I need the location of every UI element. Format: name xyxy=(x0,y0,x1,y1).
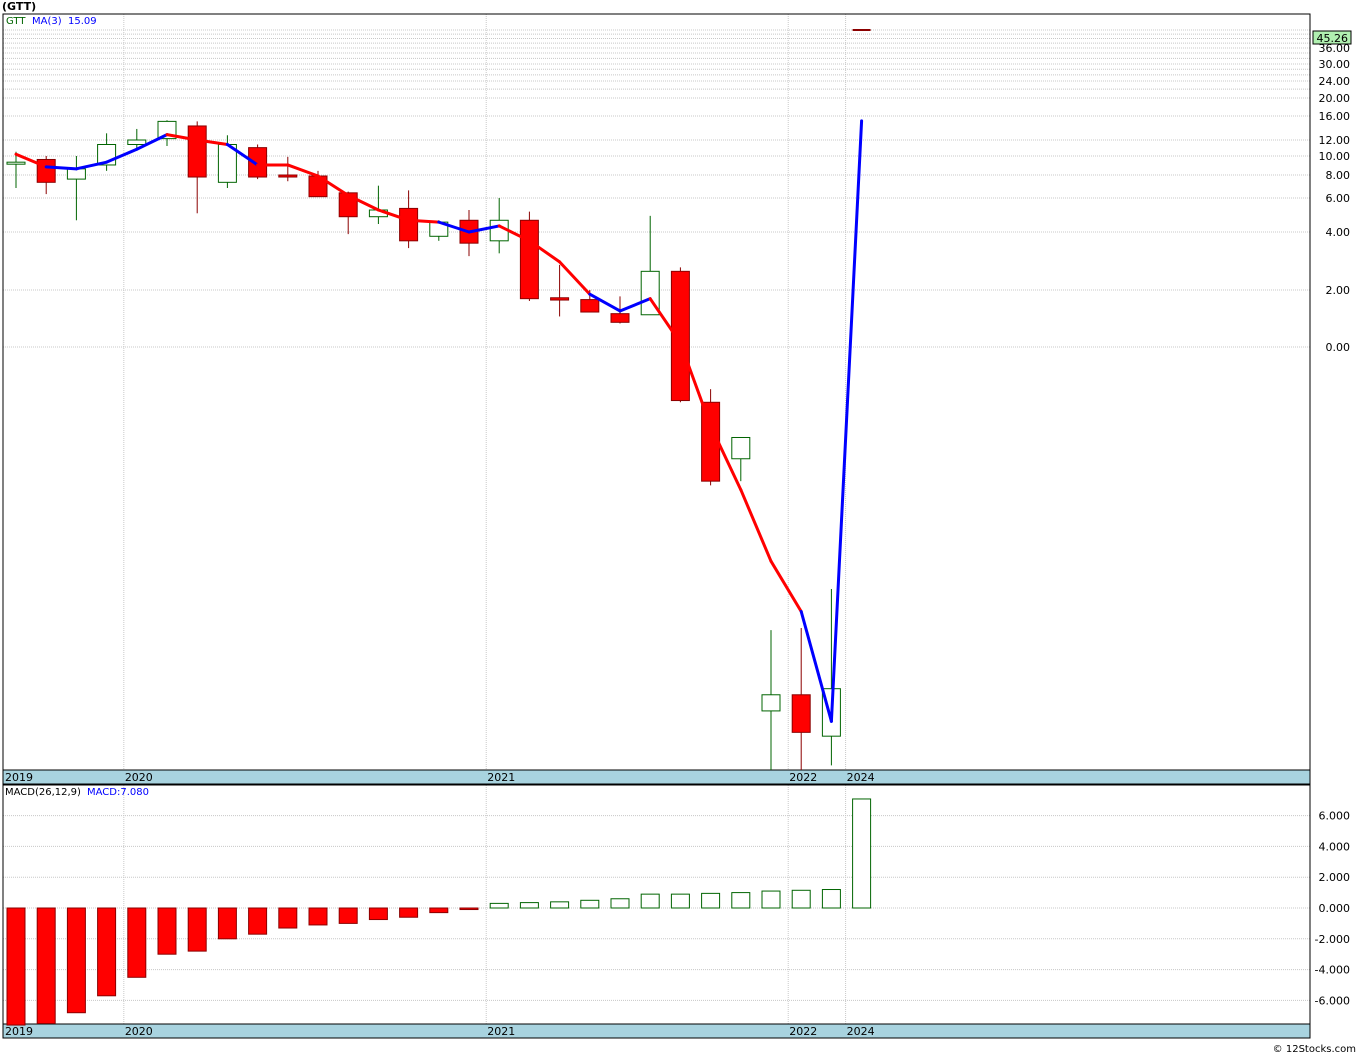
macd-bar xyxy=(66,907,86,1014)
moving-average-line xyxy=(14,119,864,723)
price-tick-label: 24.00 xyxy=(1319,75,1351,88)
macd-bar xyxy=(6,907,26,1026)
macd-year-label: 2020 xyxy=(125,1025,153,1038)
candle-body xyxy=(6,161,26,165)
price-tick-label: 2.00 xyxy=(1326,284,1351,297)
candle-body xyxy=(127,139,147,146)
candle-body xyxy=(610,313,630,323)
legend-ma-value: 15.09 xyxy=(68,16,97,27)
macd-legend: MACD(26,12,9) xyxy=(5,787,81,798)
macd-bar xyxy=(399,907,419,918)
macd-bar xyxy=(157,907,177,955)
macd-bar xyxy=(640,893,660,909)
candle-body xyxy=(761,694,781,712)
price-year-label: 2019 xyxy=(5,771,33,784)
ma-segment xyxy=(558,260,592,296)
macd-bar xyxy=(127,907,147,978)
price-year-label: 2024 xyxy=(847,771,875,784)
macd-bar xyxy=(459,907,479,911)
macd-bar xyxy=(97,907,117,997)
macd-bar xyxy=(338,907,358,924)
macd-bar xyxy=(308,907,328,926)
macd-bar xyxy=(731,892,751,909)
macd-tick-label: -2.000 xyxy=(1315,933,1350,946)
macd-bar xyxy=(278,907,298,929)
price-candles xyxy=(6,29,871,770)
candle-body xyxy=(187,125,207,178)
macd-year-label: 2019 xyxy=(5,1025,33,1038)
legend-ma: MA(3) xyxy=(32,16,62,27)
price-tick-label: 16.00 xyxy=(1319,110,1351,123)
candle-body xyxy=(580,299,600,313)
axis-labels: 36.0030.0024.0020.0016.0012.0010.008.006… xyxy=(5,16,1352,1038)
price-tick-label: 0.00 xyxy=(1326,341,1351,354)
macd-year-label: 2021 xyxy=(487,1025,515,1038)
macd-year-label: 2022 xyxy=(789,1025,817,1038)
last-price-label: 45.26 xyxy=(1317,32,1349,45)
macd-tick-label: 4.000 xyxy=(1319,840,1351,853)
candle-body xyxy=(731,436,751,460)
price-tick-label: 8.00 xyxy=(1326,169,1351,182)
ma-segment xyxy=(829,119,864,723)
macd-bars xyxy=(6,798,872,1026)
macd-date-band xyxy=(2,1023,1311,1039)
macd-bar xyxy=(701,892,721,909)
macd-tick-label: -4.000 xyxy=(1315,964,1350,977)
macd-bar xyxy=(368,907,388,921)
macd-tick-label: 0.000 xyxy=(1319,902,1351,915)
macd-bar xyxy=(429,907,449,914)
macd-bar xyxy=(670,893,690,909)
ma-segment xyxy=(739,488,773,563)
candle-body xyxy=(550,297,570,301)
legend-symbol: GTT xyxy=(6,16,26,27)
candle-body xyxy=(519,219,539,300)
ma-segment xyxy=(44,165,78,171)
price-date-band xyxy=(2,769,1311,785)
macd-bar xyxy=(248,907,268,935)
macd-year-label: 2024 xyxy=(847,1025,875,1038)
macd-bar xyxy=(187,907,207,952)
price-tick-label: 30.00 xyxy=(1319,58,1351,71)
candle-body xyxy=(66,168,86,180)
ma-segment xyxy=(74,160,109,171)
macd-bar xyxy=(489,902,509,909)
macd-tick-label: 6.000 xyxy=(1319,810,1351,823)
macd-bar xyxy=(36,907,56,1024)
ma-segment xyxy=(407,218,441,224)
price-tick-label: 6.00 xyxy=(1326,192,1351,205)
macd-bar xyxy=(821,889,841,909)
candle-body xyxy=(278,174,298,178)
ma-segment xyxy=(769,559,803,613)
macd-bar xyxy=(610,898,630,909)
macd-legend-value: MACD:7.080 xyxy=(87,787,149,798)
price-year-label: 2022 xyxy=(789,771,817,784)
price-year-label: 2020 xyxy=(125,771,153,784)
price-tick-label: 20.00 xyxy=(1319,92,1351,105)
price-year-label: 2021 xyxy=(487,771,515,784)
price-tick-label: 12.00 xyxy=(1319,134,1351,147)
price-tick-label: 10.00 xyxy=(1319,150,1351,163)
macd-tick-label: 2.000 xyxy=(1319,871,1351,884)
macd-bar xyxy=(761,890,781,909)
candle-body xyxy=(399,207,419,242)
macd-bar xyxy=(217,907,237,940)
macd-bar xyxy=(550,901,570,909)
credit-text: © 12Stocks.com xyxy=(1272,1044,1356,1055)
ma-segment xyxy=(286,163,320,178)
macd-tick-label: -6.000 xyxy=(1315,994,1350,1007)
candle-body xyxy=(791,694,811,733)
macd-bar xyxy=(580,899,600,909)
price-tick-label: 4.00 xyxy=(1326,226,1351,239)
macd-bar xyxy=(852,798,872,909)
chart-canvas: 36.0030.0024.0020.0016.0012.0010.008.006… xyxy=(2,13,1352,1039)
macd-bar xyxy=(791,889,811,909)
macd-bar xyxy=(519,902,539,909)
